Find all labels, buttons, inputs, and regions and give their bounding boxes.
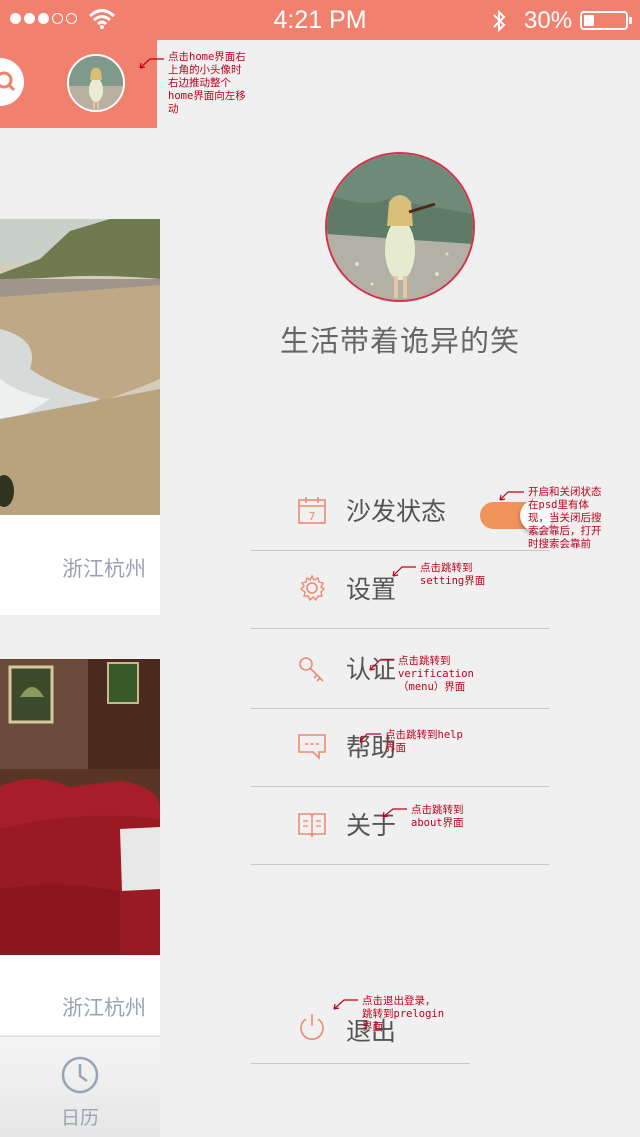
annotation-note: 点击跳转到 about界面 xyxy=(411,804,464,829)
annotation-note: 点击跳转到 setting界面 xyxy=(420,562,486,587)
annotation-note: 点击退出登录， 跳转到prelogin 界面 xyxy=(362,995,445,1033)
annotation-note: 开启和关闭状态 在psd里有体 现，当关闭后搜 索会靠后，打开 时搜索会靠前 xyxy=(528,486,602,550)
annotation-arrows xyxy=(139,58,524,1010)
annotation-note: 点击跳转到 verification （menu）界面 xyxy=(398,655,474,693)
annotation-note: 点击home界面右 上角的小头像时 右边推动整个 home界面向左移 动 xyxy=(168,51,246,115)
annotation-note: 点击跳转到help 界面 xyxy=(385,729,463,754)
